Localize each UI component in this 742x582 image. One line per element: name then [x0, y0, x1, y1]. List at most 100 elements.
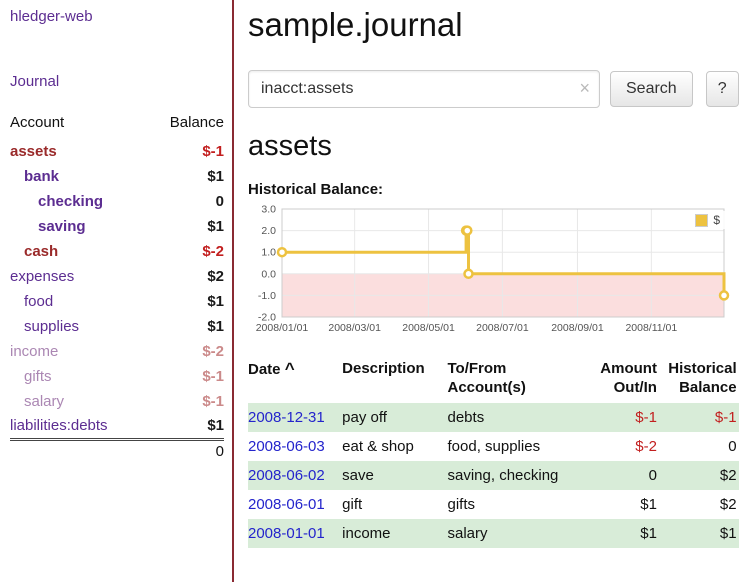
- transaction-accounts: gifts: [448, 490, 578, 519]
- svg-text:3.0: 3.0: [261, 204, 276, 216]
- svg-text:2008/07/01: 2008/07/01: [476, 322, 529, 334]
- accounts-total: 0: [148, 439, 224, 463]
- transaction-balance: 0: [659, 432, 739, 461]
- account-row: liabilities:debts $1: [10, 414, 224, 439]
- transaction-balance: $2: [659, 490, 739, 519]
- account-link-supplies[interactable]: supplies: [10, 314, 148, 339]
- account-link-assets[interactable]: assets: [10, 139, 148, 164]
- sidebar-item-journal[interactable]: Journal: [10, 73, 224, 90]
- transaction-accounts: salary: [448, 519, 578, 548]
- help-button[interactable]: ?: [706, 71, 739, 107]
- sort-ascending-icon: ^: [285, 359, 295, 378]
- accounts-total-row: 0: [10, 439, 224, 463]
- account-row: supplies $1: [10, 314, 224, 339]
- account-row: bank $1: [10, 164, 224, 189]
- account-link-liabilities-debts[interactable]: liabilities:debts: [10, 414, 148, 439]
- transaction-date-link[interactable]: 2008-06-02: [248, 467, 325, 484]
- account-balance: $1: [148, 214, 224, 239]
- account-link-salary[interactable]: salary: [10, 389, 148, 414]
- sidebar: hledger-web Journal Account Balance asse…: [0, 0, 234, 582]
- account-link-income[interactable]: income: [10, 339, 148, 364]
- account-link-food[interactable]: food: [10, 289, 148, 314]
- accounts-header-row: Account Balance: [10, 110, 224, 139]
- account-row: cash $-2: [10, 239, 224, 264]
- account-row: salary $-1: [10, 389, 224, 414]
- transaction-date-link[interactable]: 2008-01-01: [248, 525, 325, 542]
- transaction-amount: $-1: [578, 403, 659, 432]
- account-row: food $1: [10, 289, 224, 314]
- account-balance: $-2: [148, 239, 224, 264]
- account-balance: $2: [148, 264, 224, 289]
- legend-label: $: [713, 213, 720, 227]
- register-header-accounts: To/From Account(s): [448, 356, 578, 403]
- account-row: assets $-1: [10, 139, 224, 164]
- app-title-link[interactable]: hledger-web: [10, 8, 224, 25]
- hledger-web-app: hledger-web Journal Account Balance asse…: [0, 0, 742, 582]
- chart-canvas: 3.02.01.00.0-1.0-2.02008/01/012008/03/01…: [248, 204, 734, 340]
- svg-text:0.0: 0.0: [261, 268, 276, 280]
- account-balance: $1: [148, 314, 224, 339]
- account-link-cash[interactable]: cash: [10, 239, 148, 264]
- svg-text:1.0: 1.0: [261, 247, 276, 259]
- account-balance: $-1: [148, 389, 224, 414]
- account-balance: $-1: [148, 139, 224, 164]
- account-row: income $-2: [10, 339, 224, 364]
- account-row: saving $1: [10, 214, 224, 239]
- transaction-amount: $1: [578, 519, 659, 548]
- spacer: [10, 439, 148, 463]
- transaction-amount: $1: [578, 490, 659, 519]
- transaction-accounts: debts: [448, 403, 578, 432]
- transaction-date-link[interactable]: 2008-12-31: [248, 409, 325, 426]
- register-row: 2008-06-02 save saving, checking 0 $2: [248, 461, 739, 490]
- transaction-description: income: [342, 519, 447, 548]
- register-row: 2008-12-31 pay off debts $-1 $-1: [248, 403, 739, 432]
- page-title: sample.journal: [248, 6, 739, 44]
- register-header-amount: Amount Out/In: [578, 356, 659, 403]
- transaction-description: gift: [342, 490, 447, 519]
- transaction-date-link[interactable]: 2008-06-01: [248, 496, 325, 513]
- register-header-date[interactable]: Date ^: [248, 356, 342, 403]
- search-form: × Search ?: [248, 70, 739, 108]
- register-table: Date ^ Description To/From Account(s) Am…: [248, 356, 739, 548]
- search-input[interactable]: [248, 70, 600, 108]
- search-button[interactable]: Search: [610, 71, 693, 107]
- register-header-description: Description: [342, 356, 447, 403]
- transaction-amount: $-2: [578, 432, 659, 461]
- legend-swatch-icon: [695, 214, 708, 227]
- clear-search-icon[interactable]: ×: [579, 78, 590, 98]
- transaction-description: eat & shop: [342, 432, 447, 461]
- account-link-gifts[interactable]: gifts: [10, 364, 148, 389]
- register-header-row: Date ^ Description To/From Account(s) Am…: [248, 356, 739, 403]
- svg-text:2008/05/01: 2008/05/01: [402, 322, 455, 334]
- account-link-saving[interactable]: saving: [10, 214, 148, 239]
- chart-title: Historical Balance:: [248, 181, 739, 198]
- svg-text:2.0: 2.0: [261, 225, 276, 237]
- account-link-bank[interactable]: bank: [10, 164, 148, 189]
- transaction-date-link[interactable]: 2008-06-03: [248, 438, 325, 455]
- account-heading: assets: [248, 130, 739, 163]
- account-row: gifts $-1: [10, 364, 224, 389]
- transaction-accounts: food, supplies: [448, 432, 578, 461]
- main-content: sample.journal × Search ? assets Histori…: [234, 0, 742, 582]
- account-balance: $-2: [148, 339, 224, 364]
- transaction-description: pay off: [342, 403, 447, 432]
- transaction-amount: 0: [578, 461, 659, 490]
- date-header-label: Date: [248, 361, 281, 378]
- account-link-expenses[interactable]: expenses: [10, 264, 148, 289]
- svg-text:2008/03/01: 2008/03/01: [328, 322, 381, 334]
- register-row: 2008-06-03 eat & shop food, supplies $-2…: [248, 432, 739, 461]
- transaction-accounts: saving, checking: [448, 461, 578, 490]
- account-row: expenses $2: [10, 264, 224, 289]
- accounts-header-account: Account: [10, 110, 148, 139]
- account-balance: 0: [148, 189, 224, 214]
- account-link-checking[interactable]: checking: [10, 189, 148, 214]
- chart-legend: $: [690, 211, 725, 229]
- svg-text:2008/11/01: 2008/11/01: [625, 322, 677, 334]
- account-balance: $1: [148, 164, 224, 189]
- svg-text:-1.0: -1.0: [258, 290, 276, 302]
- accounts-header-balance: Balance: [148, 110, 224, 139]
- account-balance: $-1: [148, 364, 224, 389]
- svg-text:2008/09/01: 2008/09/01: [551, 322, 604, 334]
- transaction-balance: $1: [659, 519, 739, 548]
- register-row: 2008-01-01 income salary $1 $1: [248, 519, 739, 548]
